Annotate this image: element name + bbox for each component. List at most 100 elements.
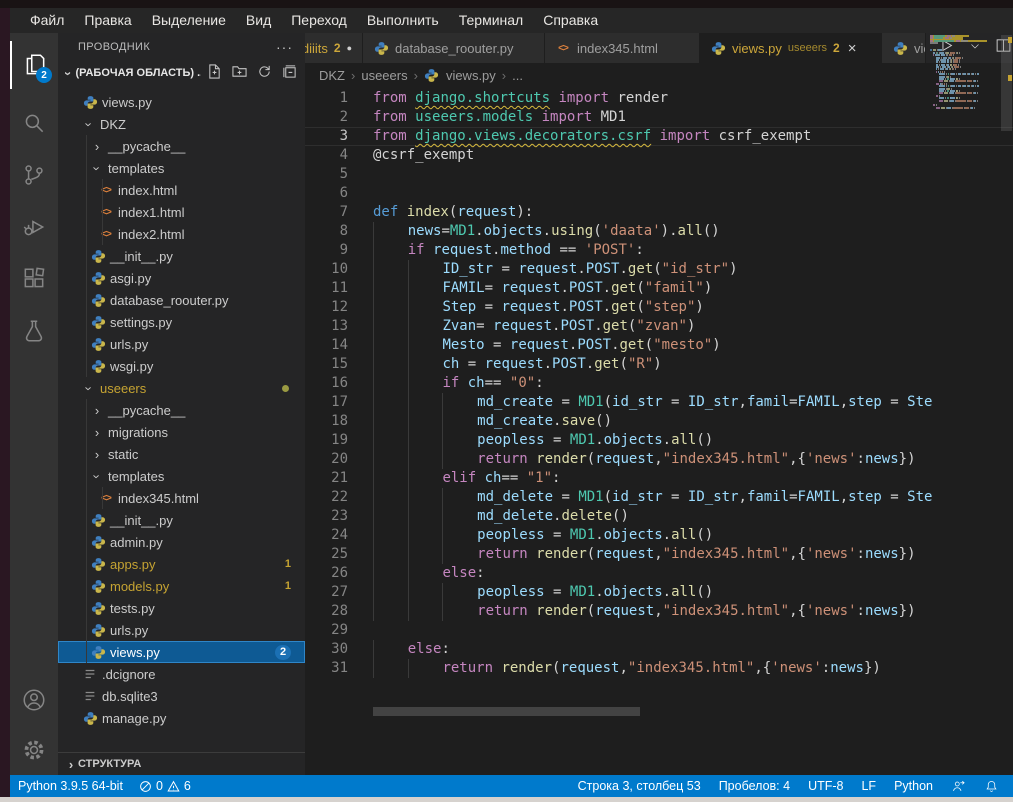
tree-file-manage.py[interactable]: manage.py bbox=[58, 707, 305, 729]
code-editor[interactable]: 1from django.shortcuts import render2fro… bbox=[305, 87, 1013, 775]
tab-database_roouter.py[interactable]: database_roouter.py bbox=[363, 33, 545, 63]
breadcrumb-item-...[interactable]: ... bbox=[512, 68, 523, 83]
breadcrumb-separator: › bbox=[502, 68, 506, 83]
status-lf[interactable]: LF bbox=[861, 779, 876, 793]
horizontal-scrollbar-thumb[interactable] bbox=[373, 707, 640, 716]
tree-folder-templates[interactable]: ›templates bbox=[58, 465, 305, 487]
tree-file-views.py[interactable]: views.py2 bbox=[58, 641, 305, 663]
vertical-scrollbar-thumb[interactable] bbox=[1001, 35, 1012, 131]
explorer-icon[interactable]: 2 bbox=[10, 41, 58, 89]
status-пробелов-4[interactable]: Пробелов: 4 bbox=[719, 779, 790, 793]
python-file-icon bbox=[90, 535, 106, 550]
tree-file-urls.py[interactable]: urls.py bbox=[58, 333, 305, 355]
tree-file-__init__.py[interactable]: __init__.py bbox=[58, 509, 305, 531]
code-line-text: def index(request): bbox=[373, 203, 533, 222]
tree-file-wsgi.py[interactable]: wsgi.py bbox=[58, 355, 305, 377]
new-folder-icon[interactable] bbox=[232, 64, 247, 82]
explorer-more-icon[interactable]: ··· bbox=[276, 39, 293, 55]
menu-Вид[interactable]: Вид bbox=[236, 8, 281, 33]
workspace-section-header[interactable]: › (РАБОЧАЯ ОБЛАСТЬ) ... bbox=[58, 61, 305, 85]
python-interpreter-status[interactable]: Python 3.9.5 64-bit bbox=[18, 779, 123, 793]
run-and-debug-icon[interactable] bbox=[10, 203, 58, 251]
python-file-icon bbox=[424, 68, 440, 83]
code-line-text: else: bbox=[373, 564, 485, 583]
source-control-icon[interactable] bbox=[10, 151, 58, 199]
tree-file-index2.html[interactable]: <>index2.html bbox=[58, 223, 305, 245]
vertical-scrollbar[interactable] bbox=[1000, 33, 1013, 721]
breadcrumb: DKZ›useeers›views.py›... bbox=[305, 63, 1013, 87]
code-line-14: 14 Mesto = request.POST.get("mesto") bbox=[305, 336, 1013, 355]
tree-file-db.sqlite3[interactable]: db.sqlite3 bbox=[58, 685, 305, 707]
tree-file-settings.py[interactable]: settings.py bbox=[58, 311, 305, 333]
tree-file-database_roouter.py[interactable]: database_roouter.py bbox=[58, 289, 305, 311]
tree-file-asgi.py[interactable]: asgi.py bbox=[58, 267, 305, 289]
code-line-21: 21 elif ch== "1": bbox=[305, 469, 1013, 488]
chevron-down-icon: › bbox=[82, 381, 97, 395]
python-file-icon bbox=[90, 645, 106, 660]
menu-Справка[interactable]: Справка bbox=[533, 8, 608, 33]
close-icon[interactable]: × bbox=[848, 40, 857, 57]
new-file-icon[interactable] bbox=[207, 64, 222, 82]
code-line-text: from django.shortcuts import render bbox=[373, 89, 668, 108]
menu-Выделение[interactable]: Выделение bbox=[142, 8, 236, 33]
menu-Терминал[interactable]: Терминал bbox=[449, 8, 533, 33]
status-python[interactable]: Python bbox=[894, 779, 933, 793]
tree-item-label: admin.py bbox=[110, 535, 163, 550]
testing-icon[interactable] bbox=[10, 307, 58, 355]
tree-file-apps.py[interactable]: apps.py1 bbox=[58, 553, 305, 575]
tree-file-index345.html[interactable]: <>index345.html bbox=[58, 487, 305, 509]
settings-gear-icon[interactable] bbox=[10, 726, 58, 774]
code-line-22: 22 md_delete = MD1(id_str = ID_str,famil… bbox=[305, 488, 1013, 507]
extensions-icon[interactable] bbox=[10, 255, 58, 303]
breadcrumb-item-views.py[interactable]: views.py bbox=[446, 68, 496, 83]
menu-Выполнить[interactable]: Выполнить bbox=[357, 8, 449, 33]
tree-item-label: .dcignore bbox=[102, 667, 155, 682]
collapse-folders-icon[interactable] bbox=[282, 64, 297, 82]
tree-file-models.py[interactable]: models.py1 bbox=[58, 575, 305, 597]
tree-file-index1.html[interactable]: <>index1.html bbox=[58, 201, 305, 223]
status-строка-3-столбец-53[interactable]: Строка 3, столбец 53 bbox=[578, 779, 701, 793]
code-line-8: 8 news=MD1.objects.using('daata').all() bbox=[305, 222, 1013, 241]
tree-folder-templates[interactable]: ›templates bbox=[58, 157, 305, 179]
tab-views.py[interactable]: views.pyuseeers2× bbox=[700, 33, 882, 63]
tree-folder-DKZ[interactable]: ›DKZ bbox=[58, 113, 305, 135]
tree-folder-static[interactable]: ›static bbox=[58, 443, 305, 465]
status-utf-8[interactable]: UTF-8 bbox=[808, 779, 843, 793]
menu-Переход[interactable]: Переход bbox=[281, 8, 357, 33]
tree-folder-__pycache__[interactable]: ›__pycache__ bbox=[58, 135, 305, 157]
tree-file-index.html[interactable]: <>index.html bbox=[58, 179, 305, 201]
tree-folder-migrations[interactable]: ›migrations bbox=[58, 421, 305, 443]
problems-status[interactable]: 0 6 bbox=[139, 779, 191, 793]
notifications-bell-icon[interactable] bbox=[984, 779, 999, 794]
menu-Файл[interactable]: Файл bbox=[20, 8, 74, 33]
tree-file-tests.py[interactable]: tests.py bbox=[58, 597, 305, 619]
search-icon[interactable] bbox=[10, 99, 58, 147]
tree-file-urls.py[interactable]: urls.py bbox=[58, 619, 305, 641]
tree-file-admin.py[interactable]: admin.py bbox=[58, 531, 305, 553]
tree-file-__init__.py[interactable]: __init__.py bbox=[58, 245, 305, 267]
refresh-icon[interactable] bbox=[257, 64, 272, 82]
minimap[interactable] bbox=[930, 35, 1000, 155]
error-count: 0 bbox=[156, 779, 163, 793]
breadcrumb-item-useeers[interactable]: useeers bbox=[361, 68, 407, 83]
feedback-icon[interactable] bbox=[951, 779, 966, 794]
accounts-icon[interactable] bbox=[10, 676, 58, 724]
status-bar: Python 3.9.5 64-bit 0 6 Строка 3, столбе… bbox=[10, 775, 1013, 797]
code-line-text: Step = request.POST.get("step") bbox=[373, 298, 704, 317]
tab-index345.html[interactable]: <>index345.html bbox=[545, 33, 700, 63]
code-line-text: peopless = MD1.objects.all() bbox=[373, 583, 713, 602]
outline-section-header[interactable]: › СТРУКТУРА bbox=[58, 752, 305, 775]
chevron-right-icon: › bbox=[90, 447, 104, 462]
tree-file-views.py[interactable]: views.py bbox=[58, 91, 305, 113]
code-line-text: ID_str = request.POST.get("id_str") bbox=[373, 260, 738, 279]
code-line-text: peopless = MD1.objects.all() bbox=[373, 526, 713, 545]
tree-file-.dcignore[interactable]: .dcignore bbox=[58, 663, 305, 685]
breadcrumb-item-DKZ[interactable]: DKZ bbox=[319, 68, 345, 83]
tree-folder-useeers[interactable]: ›useeers bbox=[58, 377, 305, 399]
tree-folder-__pycache__[interactable]: ›__pycache__ bbox=[58, 399, 305, 421]
menu-Правка[interactable]: Правка bbox=[74, 8, 141, 33]
line-number: 4 bbox=[305, 146, 348, 165]
tab-diiits[interactable]: diiits2● bbox=[305, 33, 363, 63]
tab-vie[interactable]: vie bbox=[882, 33, 926, 63]
code-line-text: return render(request,"index345.html",{'… bbox=[373, 545, 916, 564]
